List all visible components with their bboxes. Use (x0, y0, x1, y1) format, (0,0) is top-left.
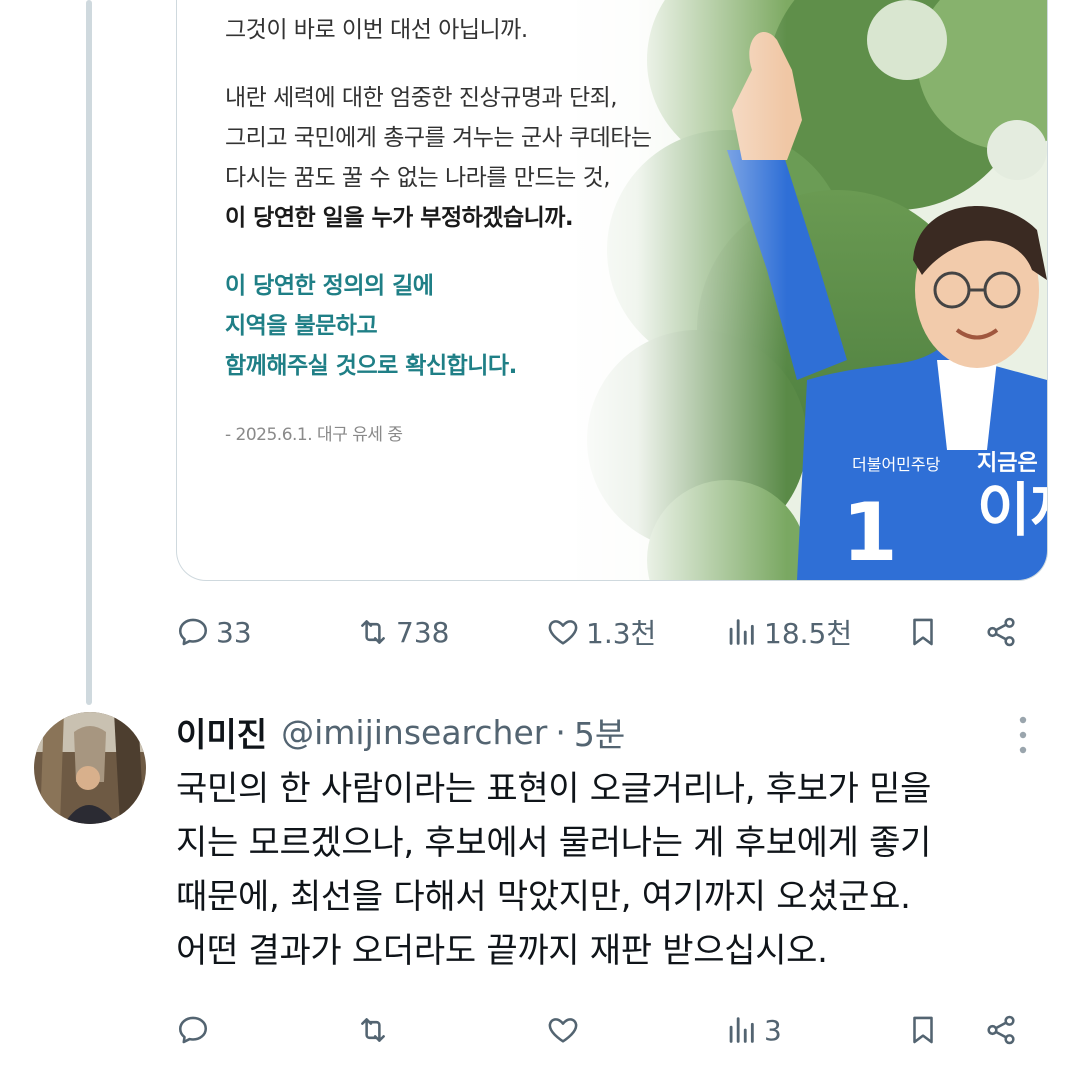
card-line: 다시는 꿈도 꿀 수 없는 나라를 만드는 것, (225, 165, 611, 191)
user-name[interactable]: 이미진 (176, 708, 267, 756)
jacket-number: 1 (842, 486, 898, 579)
views-count: 3 (764, 1013, 782, 1047)
separator-dot: · (555, 712, 566, 752)
bookmark-icon (913, 1016, 933, 1044)
views-chart-icon (729, 1017, 754, 1043)
like-button[interactable] (546, 1006, 580, 1054)
reply-button[interactable]: 33 (176, 608, 252, 656)
views-count: 18.5천 (764, 617, 853, 650)
share-icon (987, 1015, 1015, 1045)
share-icon (987, 617, 1015, 647)
card-source: - 2025.6.1. 대구 유세 중 (225, 425, 403, 445)
repost-count: 738 (396, 615, 450, 649)
repost-icon (361, 1018, 385, 1042)
post-action-bar: 33 738 1.3천 18.5천 (176, 608, 1036, 656)
jacket-name: 이재 (977, 476, 1047, 544)
card-highlight: 함께해주실 것으로 확신합니다. (225, 353, 517, 379)
card-highlight: 이 당연한 정의의 길에 (225, 273, 434, 299)
post-time[interactable]: 5분 (574, 708, 625, 756)
heart-icon (548, 620, 578, 645)
bookmark-icon (913, 618, 933, 646)
card-line: 그것이 바로 이번 대선 아닙니까. (225, 17, 528, 43)
more-options-icon[interactable] (1008, 712, 1038, 758)
views-chart-icon (729, 619, 754, 645)
like-count: 1.3천 (586, 617, 657, 650)
reply-action-bar: 3 (176, 1006, 1036, 1054)
card-line-bold: 이 당연한 일을 누가 부정하겠습니까. (225, 205, 574, 231)
reply-icon (178, 618, 208, 646)
reply-header: 이미진 @imijinsearcher · 5분 (176, 708, 625, 756)
user-handle[interactable]: @imijinsearcher (281, 713, 547, 752)
reply-text: 국민의 한 사람이라는 표현이 오글거리나, 후보가 믿을 지는 모르겠으나, … (176, 762, 1046, 978)
repost-button[interactable] (356, 1006, 390, 1054)
jacket-slogan: 지금은 (977, 451, 1038, 476)
bookmark-button[interactable] (906, 1006, 940, 1054)
heart-icon (548, 1018, 578, 1043)
share-button[interactable] (984, 1006, 1018, 1054)
reply-button[interactable] (176, 1006, 210, 1054)
post-media-image[interactable]: 더불어민주당 1 지금은 이재 그것이 바로 이번 대선 아닙니까. 내란 세력… (176, 0, 1048, 581)
share-button[interactable] (984, 608, 1018, 656)
views-button[interactable]: 3 (724, 1006, 782, 1054)
reply-count: 33 (216, 615, 252, 649)
repost-icon (361, 620, 385, 644)
bookmark-button[interactable] (906, 608, 940, 656)
avatar[interactable] (34, 712, 146, 824)
reply-icon (178, 1016, 208, 1044)
reply-line: 어떤 결과가 오더라도 끝까지 재판 받으십시오. (176, 931, 828, 971)
card-line: 내란 세력에 대한 엄중한 진상규명과 단죄, (225, 85, 618, 111)
avatar-photo (34, 712, 146, 824)
like-button[interactable]: 1.3천 (546, 608, 656, 656)
jacket-badge-text: 더불어민주당 (852, 455, 941, 474)
views-button[interactable]: 18.5천 (724, 608, 852, 656)
card-highlight: 지역을 불문하고 (225, 313, 378, 339)
thread-line (86, 0, 92, 705)
repost-button[interactable]: 738 (356, 608, 449, 656)
reply-line: 지는 모르겠으나, 후보에서 물러나는 게 후보에게 좋기 (176, 823, 932, 863)
card-line: 그리고 국민에게 총구를 겨누는 군사 쿠데타는 (225, 125, 652, 151)
reply-line: 국민의 한 사람이라는 표현이 오글거리나, 후보가 믿을 (176, 769, 932, 809)
reply-line: 때문에, 최선을 다해서 막았지만, 여기까지 오셨군요. (176, 877, 911, 917)
